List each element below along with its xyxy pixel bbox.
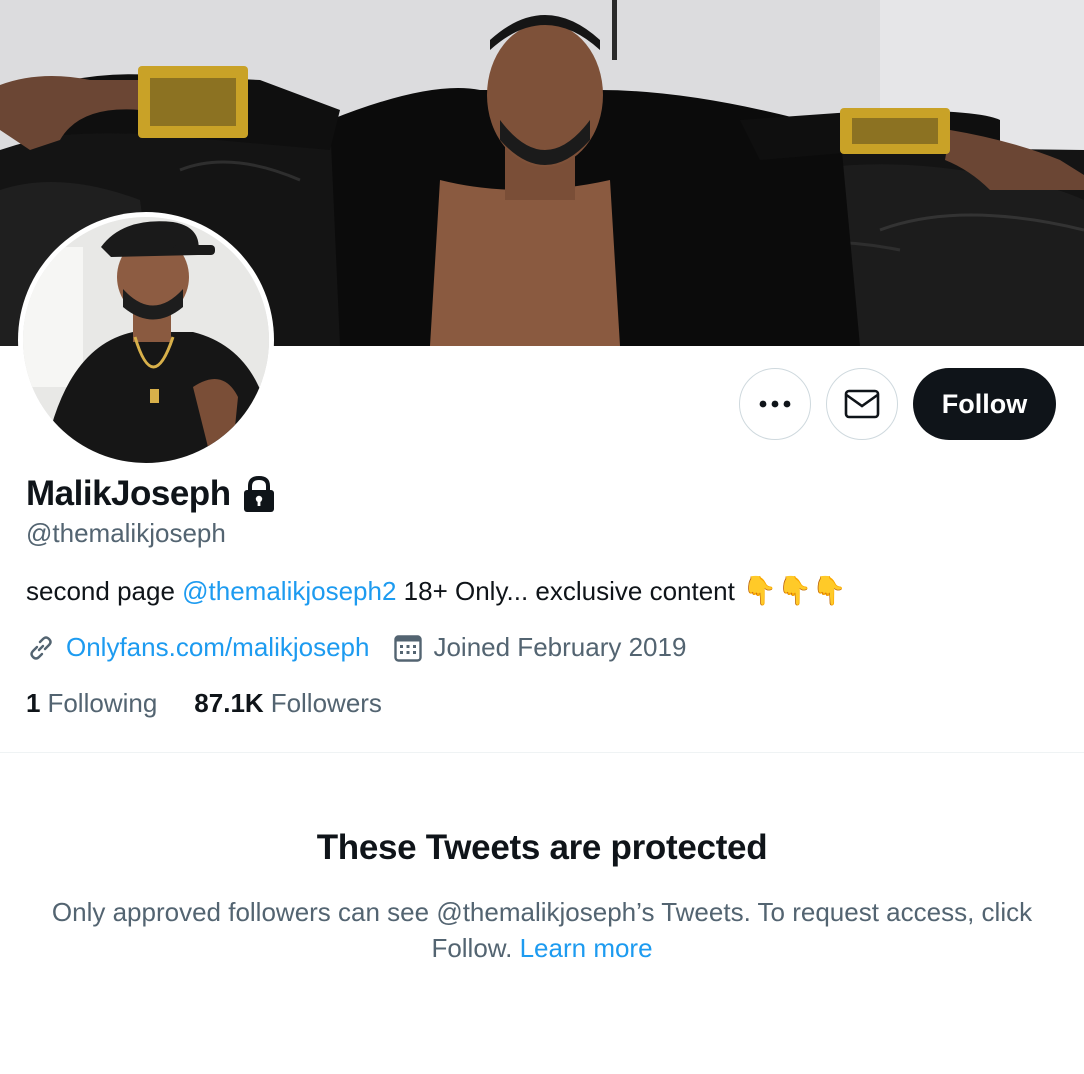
more-options-button[interactable] [739, 368, 811, 440]
website-item: Onlyfans.com/malikjoseph [26, 632, 369, 663]
display-name: MalikJoseph [26, 474, 231, 513]
protected-message: Only approved followers can see @themali… [40, 894, 1044, 966]
profile-bio: second page @themalikjoseph2 18+ Only...… [26, 574, 847, 607]
follow-stats: 1 Following 87.1K Followers [26, 688, 382, 719]
profile-meta: Onlyfans.com/malikjoseph Joined February… [26, 632, 686, 663]
joined-item: Joined February 2019 [393, 632, 686, 663]
bio-mention-link[interactable]: @themalikjoseph2 [182, 576, 396, 606]
joined-date: Joined February 2019 [433, 632, 687, 662]
followers-stat[interactable]: 87.1K Followers [194, 688, 382, 719]
lock-icon [239, 474, 279, 514]
more-icon [758, 399, 792, 409]
bio-text-suffix: 18+ Only... exclusive content [396, 576, 743, 606]
display-name-row: MalikJoseph [26, 474, 279, 514]
learn-more-link[interactable]: Learn more [520, 933, 653, 963]
avatar-photo [23, 217, 269, 463]
calendar-icon [393, 633, 423, 663]
following-label: Following [47, 688, 158, 718]
mail-icon [844, 389, 880, 419]
user-handle: @themalikjoseph [26, 518, 226, 548]
bio-emoji: 👇👇👇 [742, 575, 847, 606]
follow-button[interactable]: Follow [913, 368, 1056, 440]
following-stat[interactable]: 1 Following [26, 688, 157, 719]
following-count: 1 [26, 688, 41, 718]
profile-avatar[interactable] [18, 212, 274, 468]
link-icon [26, 633, 56, 663]
message-button[interactable] [826, 368, 898, 440]
website-link[interactable]: Onlyfans.com/malikjoseph [66, 632, 369, 663]
protected-title: These Tweets are protected [316, 828, 768, 867]
followers-label: Followers [270, 688, 382, 718]
bio-text-prefix: second page [26, 576, 183, 606]
followers-count: 87.1K [194, 688, 264, 718]
section-divider [0, 752, 1084, 753]
